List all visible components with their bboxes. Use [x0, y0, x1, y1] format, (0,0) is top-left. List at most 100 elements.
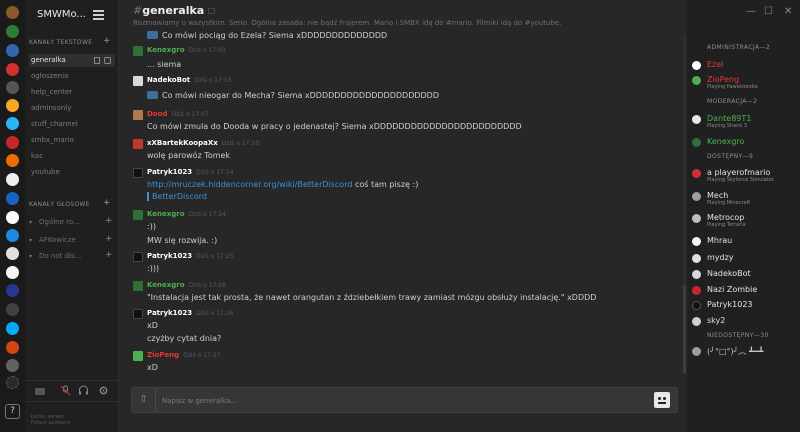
avatar	[692, 317, 701, 326]
server-icon[interactable]	[6, 284, 19, 297]
channel-sidebar: SMWMo... KANAŁY TEKSTOWE + generalka ogł…	[25, 0, 119, 432]
author-name[interactable]: Patryk1023 Dziś o 17:26	[147, 309, 234, 317]
user-panel	[25, 380, 119, 402]
settings-icon[interactable]	[104, 57, 111, 64]
emoji-picker-icon[interactable]	[654, 392, 670, 408]
avatar[interactable]	[133, 46, 143, 56]
server-icon[interactable]	[6, 211, 19, 224]
add-icon[interactable]: +	[105, 250, 113, 260]
server-icon[interactable]	[6, 192, 19, 205]
server-icon[interactable]	[6, 173, 19, 186]
author-name[interactable]: Dood Dziś o 17:07	[147, 110, 209, 118]
message-text: xD	[147, 321, 158, 330]
message-link[interactable]: http://mruczek.hiddencorner.org/wiki/Bet…	[147, 180, 352, 189]
help-icon[interactable]: ?	[5, 404, 20, 419]
avatar	[692, 237, 701, 246]
add-voice-channel-icon[interactable]: +	[103, 198, 111, 208]
headphones-icon[interactable]	[77, 384, 90, 397]
author-name[interactable]: Kenexgro Dziś o 17:24	[147, 210, 226, 218]
avatar[interactable]	[133, 210, 143, 220]
channel-smbx-mario[interactable]: smbx_mario	[29, 134, 115, 147]
author-name[interactable]: NadekoBot Dziś o 17:03	[147, 76, 231, 84]
avatar	[692, 214, 701, 223]
server-icon[interactable]	[6, 266, 19, 279]
server-icon[interactable]	[6, 136, 19, 149]
author-name[interactable]: xXBartekKoopaXx Dziś o 17:10	[147, 139, 259, 147]
role-header: MODERACJA—2	[707, 98, 758, 105]
server-name[interactable]: SMWMo...	[37, 9, 86, 20]
avatar	[692, 61, 701, 70]
maximize-button[interactable]: ☐	[764, 6, 773, 17]
voice-channel-ogolne[interactable]: ▾ Ogólne ro... +	[29, 216, 113, 226]
upload-button[interactable]: ⇧	[132, 388, 156, 412]
server-icon[interactable]	[6, 303, 19, 316]
channel-stuff-channel[interactable]: stuff_channel	[29, 118, 115, 131]
avatar[interactable]	[133, 110, 143, 120]
avatar[interactable]	[35, 388, 45, 395]
add-icon[interactable]: +	[105, 234, 113, 244]
author-name[interactable]: Patryk1023 Dziś o 17:24	[147, 168, 234, 176]
server-icon[interactable]	[6, 81, 19, 94]
server-icon[interactable]	[6, 247, 19, 260]
add-server-icon[interactable]	[6, 376, 19, 389]
server-icon[interactable]	[6, 229, 19, 242]
author-name[interactable]: Patryk1023 Dziś o 17:25	[147, 252, 234, 260]
menu-icon[interactable]	[93, 10, 104, 22]
server-icon[interactable]	[6, 25, 19, 38]
scrollbar-thumb[interactable]	[683, 285, 686, 373]
add-channel-icon[interactable]: +	[103, 36, 111, 46]
avatar[interactable]	[133, 351, 143, 361]
channel-ogloszenia[interactable]: ogłoszenia	[29, 70, 115, 83]
channel-youtube[interactable]: youtube	[29, 166, 115, 179]
avatar[interactable]	[133, 168, 143, 178]
server-icon[interactable]	[6, 63, 19, 76]
message-input[interactable]	[162, 396, 642, 406]
server-icon[interactable]	[6, 154, 19, 167]
link-embed[interactable]: BetterDiscord	[147, 192, 207, 201]
voice-channel-do-not-disturb[interactable]: ▾ Do not dis... +	[29, 250, 113, 260]
channel-generalka[interactable]: generalka	[29, 54, 115, 67]
server-icon[interactable]	[6, 117, 19, 130]
avatar[interactable]	[133, 309, 143, 319]
megaphone-icon	[147, 31, 158, 39]
message-text: wolę parowóz Tomek	[147, 151, 231, 160]
invite-icon[interactable]	[94, 57, 100, 64]
add-icon[interactable]: +	[105, 216, 113, 226]
mute-icon[interactable]	[59, 384, 72, 397]
category-voice-channels[interactable]: KANAŁY GŁOSOWE	[29, 201, 90, 208]
pin-icon[interactable]: ☐	[208, 7, 215, 16]
role-header: DOSTĘPNY—9	[707, 153, 754, 160]
server-icon[interactable]	[6, 359, 19, 372]
channel-kac[interactable]: kac	[29, 150, 115, 163]
megaphone-icon	[147, 91, 158, 99]
close-button[interactable]: ✕	[784, 6, 792, 17]
gear-icon[interactable]	[97, 384, 110, 397]
author-name[interactable]: ZioPeng Dziś o 17:27	[147, 351, 221, 359]
channel-adminsonly[interactable]: adminsonly	[29, 102, 115, 115]
server-icon[interactable]	[6, 6, 19, 19]
avatar[interactable]	[133, 281, 143, 291]
minimize-button[interactable]: —	[746, 6, 756, 17]
category-text-channels[interactable]: KANAŁY TEKSTOWE	[29, 39, 92, 46]
message-text: http://mruczek.hiddencorner.org/wiki/Bet…	[147, 180, 419, 189]
server-icon[interactable]	[6, 99, 19, 112]
channel-help-center[interactable]: help_center	[29, 86, 115, 99]
server-icon[interactable]	[6, 341, 19, 354]
avatar	[692, 115, 701, 124]
voice-channel-afkowicze[interactable]: ▾ AFKowicze +	[29, 234, 113, 244]
avatar	[692, 270, 701, 279]
author-name[interactable]: Kenexgro Dziś o 17:26	[147, 281, 226, 289]
avatar	[692, 169, 701, 178]
server-icon[interactable]	[6, 322, 19, 335]
avatar[interactable]	[133, 139, 143, 149]
server-icon[interactable]	[6, 44, 19, 57]
message-text: :))	[147, 222, 156, 231]
connection-status: Łatwy serwer Połącz aplikacje	[31, 414, 71, 426]
author-name[interactable]: Kenexgro Dziś o 17:03	[147, 46, 226, 54]
avatar[interactable]	[133, 76, 143, 86]
message-text: :)))	[147, 264, 160, 273]
message-text: Co mówi nieogar do Mecha? Siema xDDDDDDD…	[147, 91, 439, 100]
chevron-down-icon: ▾	[29, 219, 33, 226]
avatar[interactable]	[133, 252, 143, 262]
message-text: czyżby cytat dnia?	[147, 334, 222, 343]
